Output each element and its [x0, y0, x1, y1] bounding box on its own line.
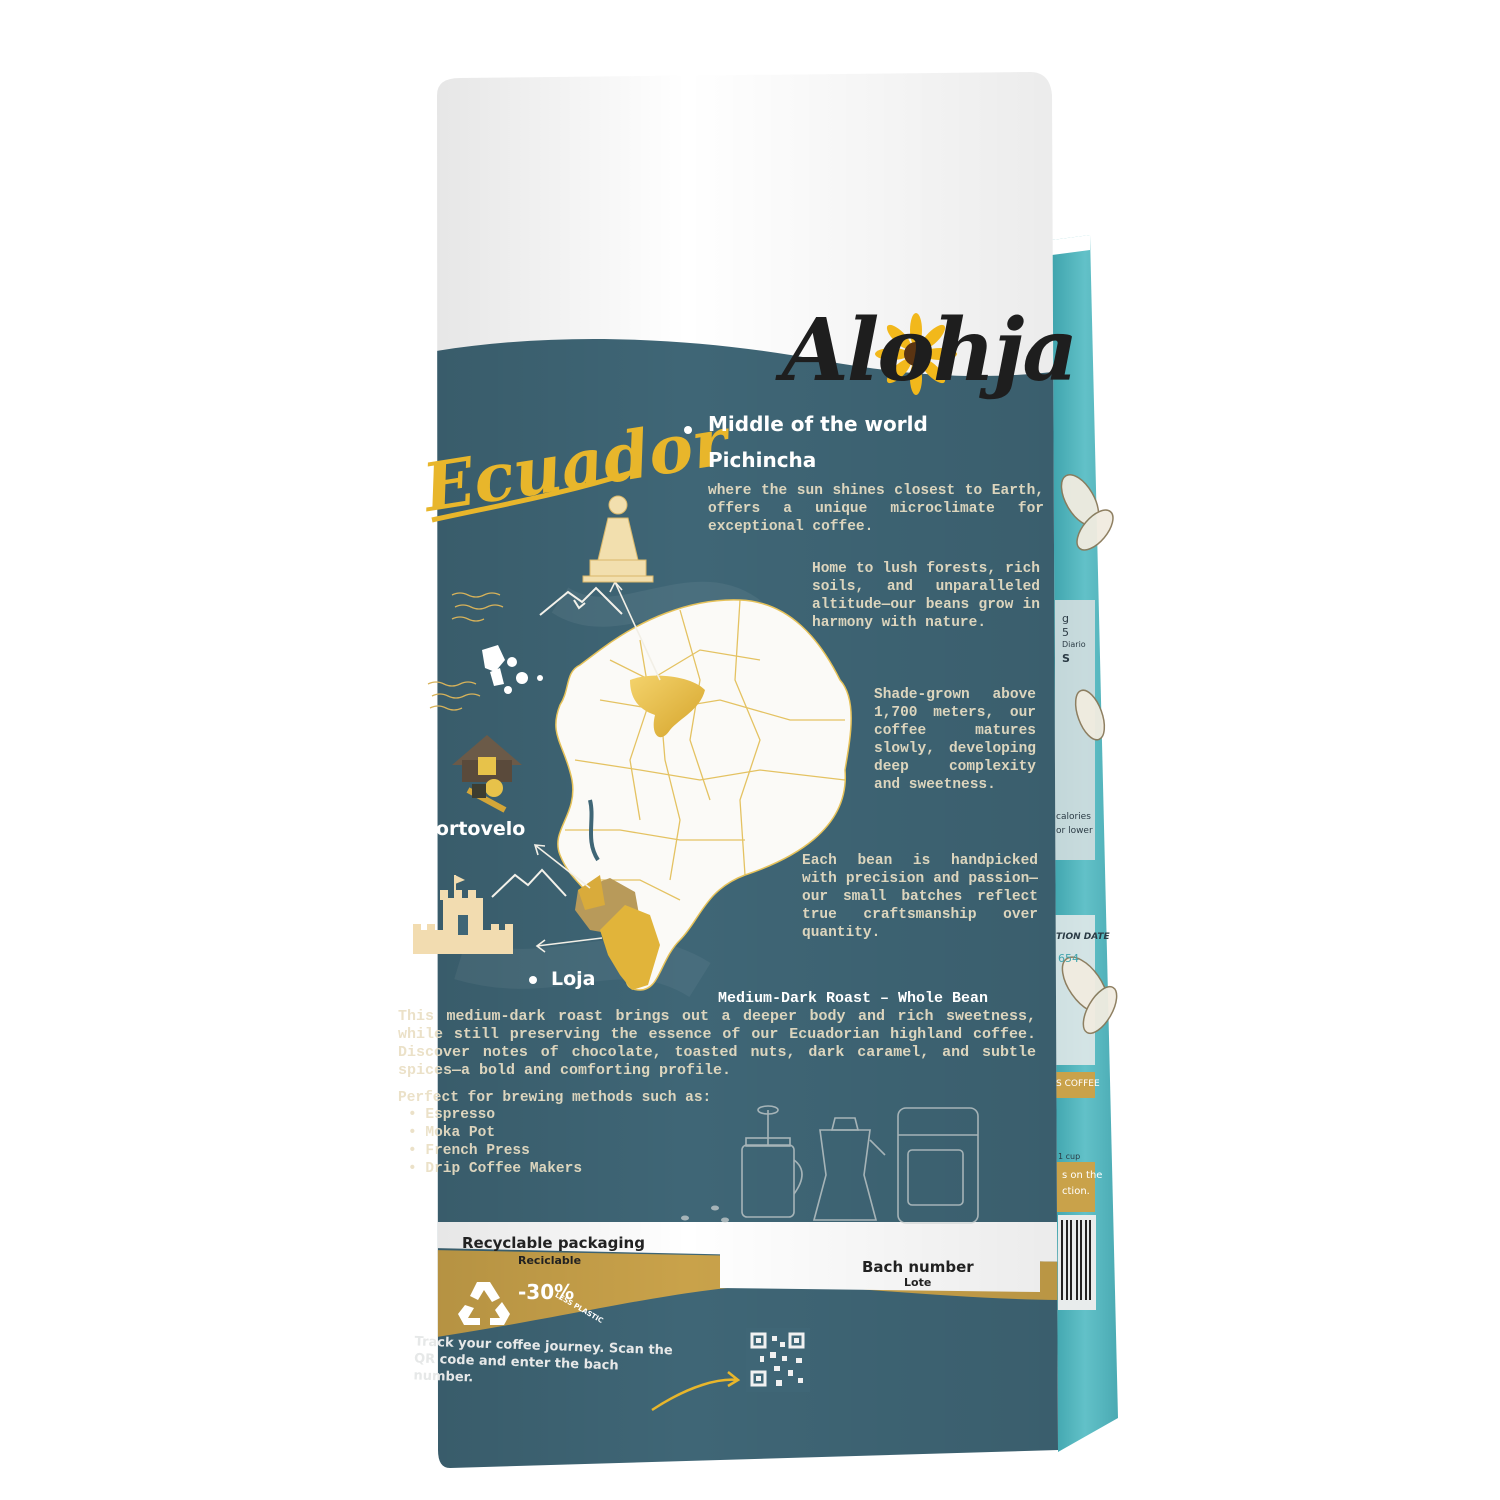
side-fragment: or lower	[1056, 826, 1093, 836]
side-fragment: 1 cup	[1058, 1152, 1081, 1161]
side-fragment: S	[1062, 652, 1070, 665]
roast-description: This medium-dark roast brings out a deep…	[398, 1008, 1036, 1079]
brewing-intro: Perfect for brewing methods such as:	[398, 1090, 712, 1106]
side-fragment: s on the	[1062, 1170, 1103, 1181]
side-fragment: TION DATE	[1056, 932, 1110, 942]
brewing-methods-list: • Espresso • Moka Pot • French Press • D…	[408, 1106, 582, 1178]
batch-number-label: Bach number	[862, 1258, 974, 1276]
roast-heading: Medium-Dark Roast – Whole Bean	[718, 990, 989, 1007]
side-fragment: 5	[1062, 626, 1069, 639]
side-fragment: ction.	[1062, 1186, 1090, 1197]
region-pichincha-desc: where the sun shines closest to Earth, o…	[708, 483, 1044, 535]
brewing-method-item: • Espresso	[408, 1107, 496, 1123]
brewing-method-item: • Drip Coffee Makers	[408, 1161, 583, 1177]
side-gusset	[1052, 235, 1118, 1452]
side-fragment: S COFFEE	[1056, 1079, 1100, 1089]
recyclable-sub: Reciclable	[518, 1254, 582, 1267]
brewing-method-item: • French Press	[408, 1143, 530, 1159]
batch-number-sub: Lote	[904, 1276, 932, 1289]
paragraph-shade: Shade-grown above 1,700 meters, our coff…	[874, 687, 1036, 793]
recyclable-label: Recyclable packaging	[462, 1234, 645, 1252]
side-fragment: calories	[1056, 812, 1091, 822]
brand-logo-text: Alohja	[782, 300, 1078, 401]
brewing-method-item: • Moka Pot	[408, 1125, 496, 1141]
side-fragment: g	[1062, 612, 1069, 625]
side-fragment: 654	[1058, 952, 1079, 965]
tracking-text: Track your coffee journey. Scan the QR c…	[413, 1334, 673, 1386]
coffee-bag-illustration	[400, 72, 1118, 1468]
paragraph-forests: Home to lush forests, rich soils, and un…	[812, 561, 1040, 631]
region-pichincha-line1: Middle of the world	[708, 412, 928, 436]
qr-code	[746, 1328, 810, 1392]
region-loja-label: Loja	[551, 968, 596, 990]
region-portovelo-label: Portovelo	[422, 818, 526, 840]
paragraph-handpicked: Each bean is handpicked with precision a…	[802, 853, 1038, 941]
brand-logo: Alohja	[782, 300, 1078, 401]
side-fragment: Diario	[1062, 640, 1086, 649]
region-pichincha-line2: Pichincha	[708, 448, 817, 472]
